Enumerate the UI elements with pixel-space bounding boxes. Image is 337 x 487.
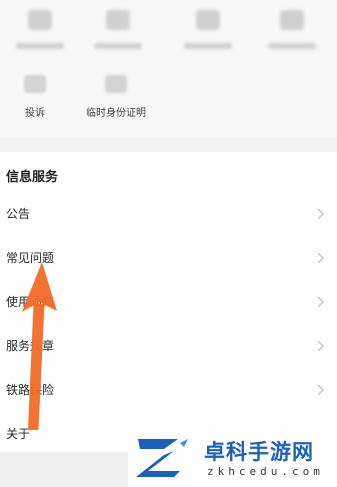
blurred-service-row — [0, 0, 337, 60]
brand-logo-icon — [136, 439, 188, 477]
list-item-label: 铁路保险 — [6, 383, 55, 397]
list-item-usage-notice[interactable]: 使用须知 — [0, 280, 337, 324]
watermark-title: 卓科手游网 — [204, 440, 314, 464]
info-services-card: 信息服务 公告 常见问题 使用须知 服务规章 铁路保险 关于 — [0, 152, 337, 452]
list-item-railway-insurance[interactable]: 铁路保险 — [0, 368, 337, 412]
list-item-announcement[interactable]: 公告 — [0, 192, 337, 236]
chevron-right-icon — [317, 384, 324, 396]
chevron-right-icon — [317, 252, 324, 264]
service-label: 投诉 — [25, 108, 45, 119]
id-card-icon — [105, 75, 127, 93]
service-complaint[interactable]: 投诉 — [24, 75, 46, 119]
section-title: 信息服务 — [6, 170, 59, 185]
list-item-label: 服务规章 — [6, 339, 55, 353]
chevron-right-icon — [317, 208, 324, 220]
list-item-service-rules[interactable]: 服务规章 — [0, 324, 337, 368]
chevron-right-icon — [317, 296, 324, 308]
service-label: 临时身份证明 — [86, 108, 146, 119]
list-item-label: 常见问题 — [6, 251, 55, 265]
list-item-label: 使用须知 — [6, 295, 55, 309]
service-temporary-id[interactable]: 临时身份证明 — [86, 75, 146, 119]
watermark-url: zkhcedu.com — [207, 465, 324, 478]
watermark-logo: 卓科手游网 zkhcedu.com — [128, 432, 337, 487]
service-grid: 投诉 临时身份证明 — [0, 0, 337, 138]
list-item-label: 关于 — [6, 427, 31, 441]
list-item-faq[interactable]: 常见问题 — [0, 236, 337, 280]
complaint-icon — [24, 75, 46, 93]
list-item-label: 公告 — [6, 207, 31, 221]
chevron-right-icon — [317, 340, 324, 352]
